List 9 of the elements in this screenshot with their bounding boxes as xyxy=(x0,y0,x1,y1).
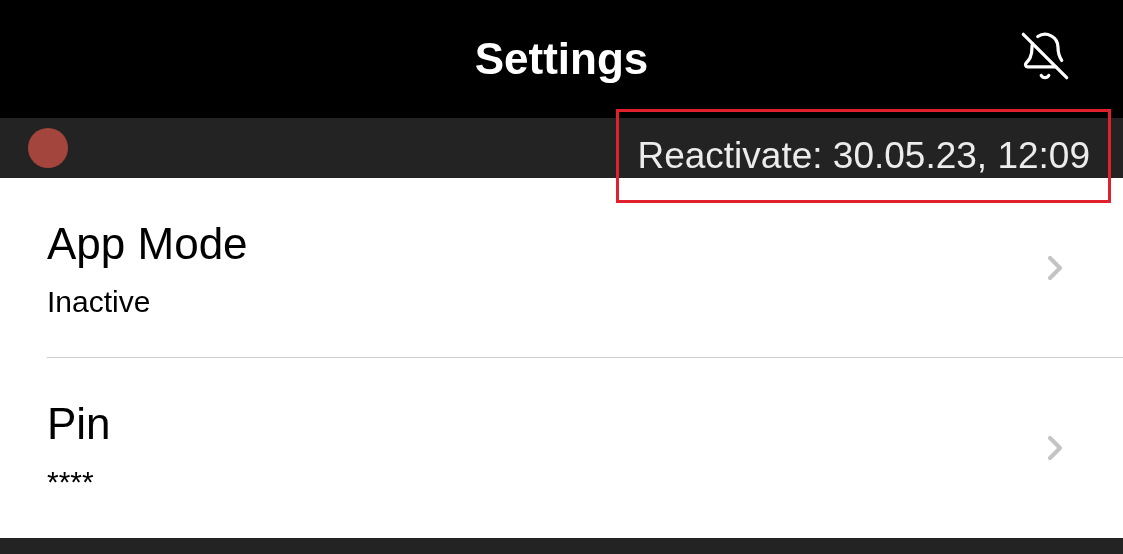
settings-row[interactable]: App Mode Inactive xyxy=(47,178,1123,358)
settings-row[interactable]: Pin **** xyxy=(47,358,1123,538)
screen-title: Settings xyxy=(474,33,649,85)
bell-off-icon[interactable] xyxy=(1019,30,1071,82)
row-value: Inactive xyxy=(47,283,152,320)
row-value: **** xyxy=(47,464,95,500)
row-title: App Mode xyxy=(47,217,248,270)
row-title: Pin xyxy=(47,398,111,450)
reactivate-time: Reactivate: 30.05.23, 12:09 xyxy=(637,134,1090,179)
